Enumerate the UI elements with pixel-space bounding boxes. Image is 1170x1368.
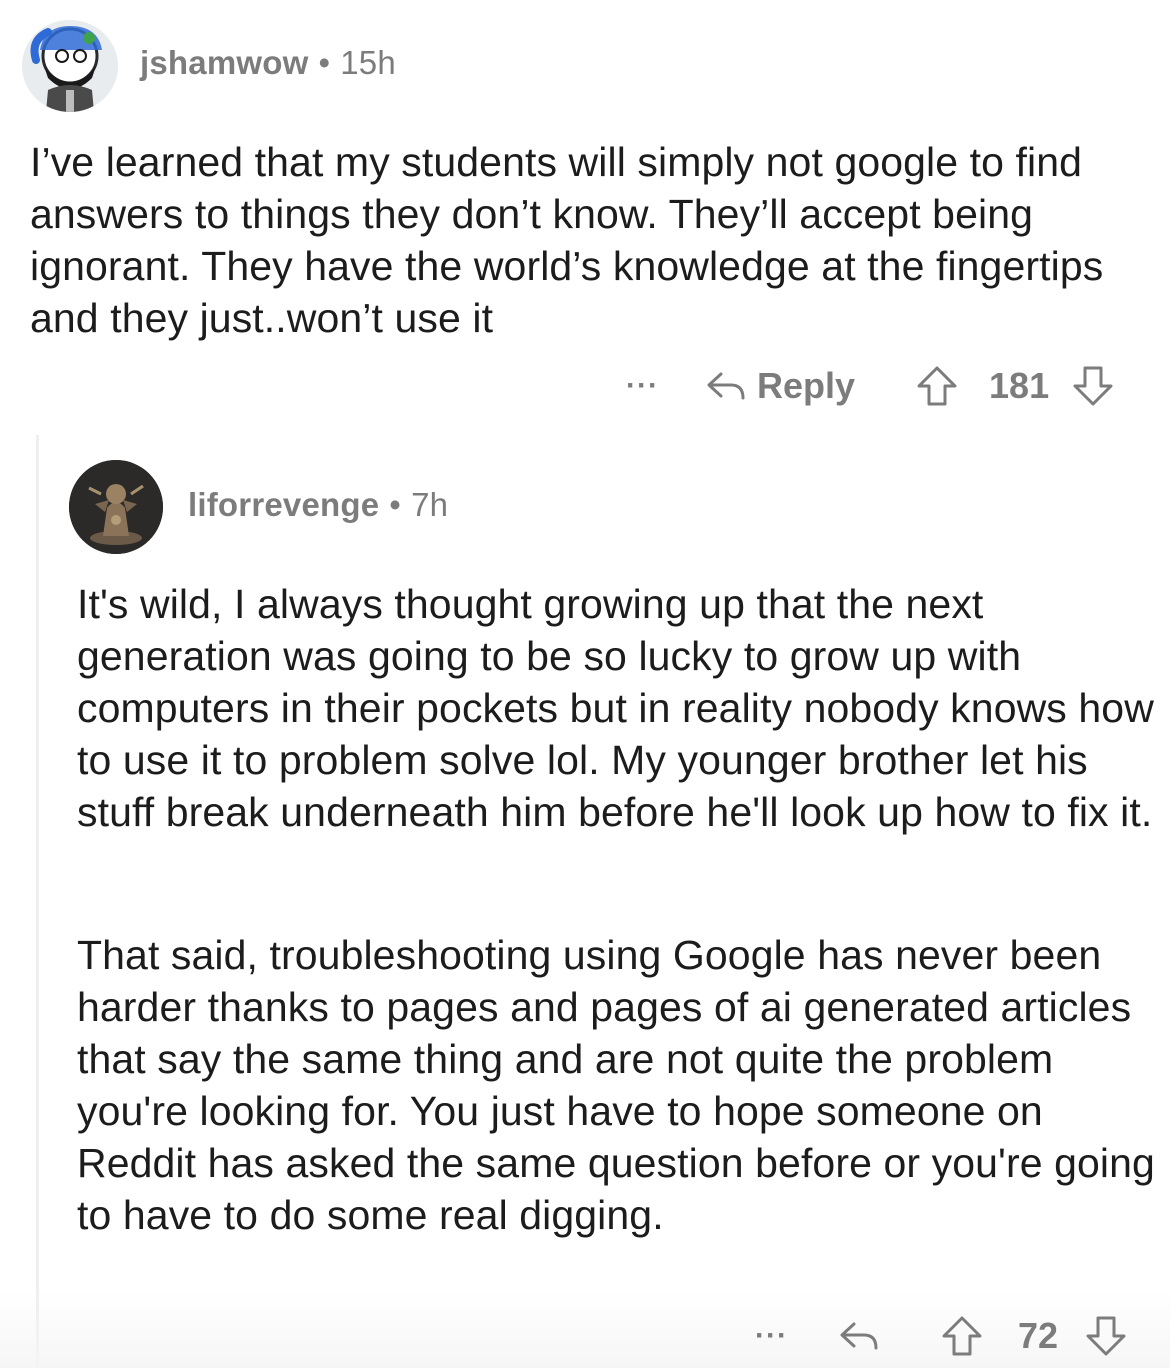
downvote-icon[interactable] (1071, 364, 1115, 408)
comment-actions: ··· Reply 181 (626, 362, 1115, 410)
more-options-button[interactable]: ··· (626, 369, 659, 403)
upvote-icon[interactable] (915, 364, 959, 408)
reply-arrow-icon (838, 1318, 880, 1354)
miniature-figure-avatar-icon (69, 460, 163, 554)
reply-button[interactable]: Reply (705, 365, 855, 407)
upvote-icon[interactable] (940, 1314, 984, 1358)
username[interactable]: jshamwow (140, 44, 308, 81)
avatar[interactable] (22, 20, 118, 112)
vote-count: 181 (989, 365, 1050, 406)
comment-paragraph: That said, troubleshooting using Google … (77, 932, 1155, 1238)
reply-button[interactable] (838, 1318, 880, 1354)
reply-arrow-icon (705, 368, 747, 404)
reply-label: Reply (756, 365, 856, 406)
downvote-icon[interactable] (1084, 1314, 1128, 1358)
more-options-button[interactable]: ··· (755, 1319, 788, 1353)
comment-meta: jshamwow • 15h (140, 44, 396, 82)
avatar[interactable] (69, 460, 163, 554)
meta-separator: • (389, 486, 402, 523)
timestamp: 7h (411, 486, 449, 523)
thread-line[interactable] (36, 435, 39, 1368)
meta-separator: • (318, 44, 331, 81)
vote-count: 72 (1017, 1315, 1059, 1356)
comment-body: I’ve learned that my students will simpl… (30, 139, 1104, 341)
cartoon-avatar-icon (22, 20, 118, 112)
comment-meta: liforrevenge • 7h (188, 486, 448, 524)
timestamp: 15h (340, 44, 396, 81)
username[interactable]: liforrevenge (188, 486, 379, 523)
comment-actions: ··· 72 (755, 1312, 1128, 1360)
comment-paragraph: It's wild, I always thought growing up t… (77, 581, 1154, 835)
